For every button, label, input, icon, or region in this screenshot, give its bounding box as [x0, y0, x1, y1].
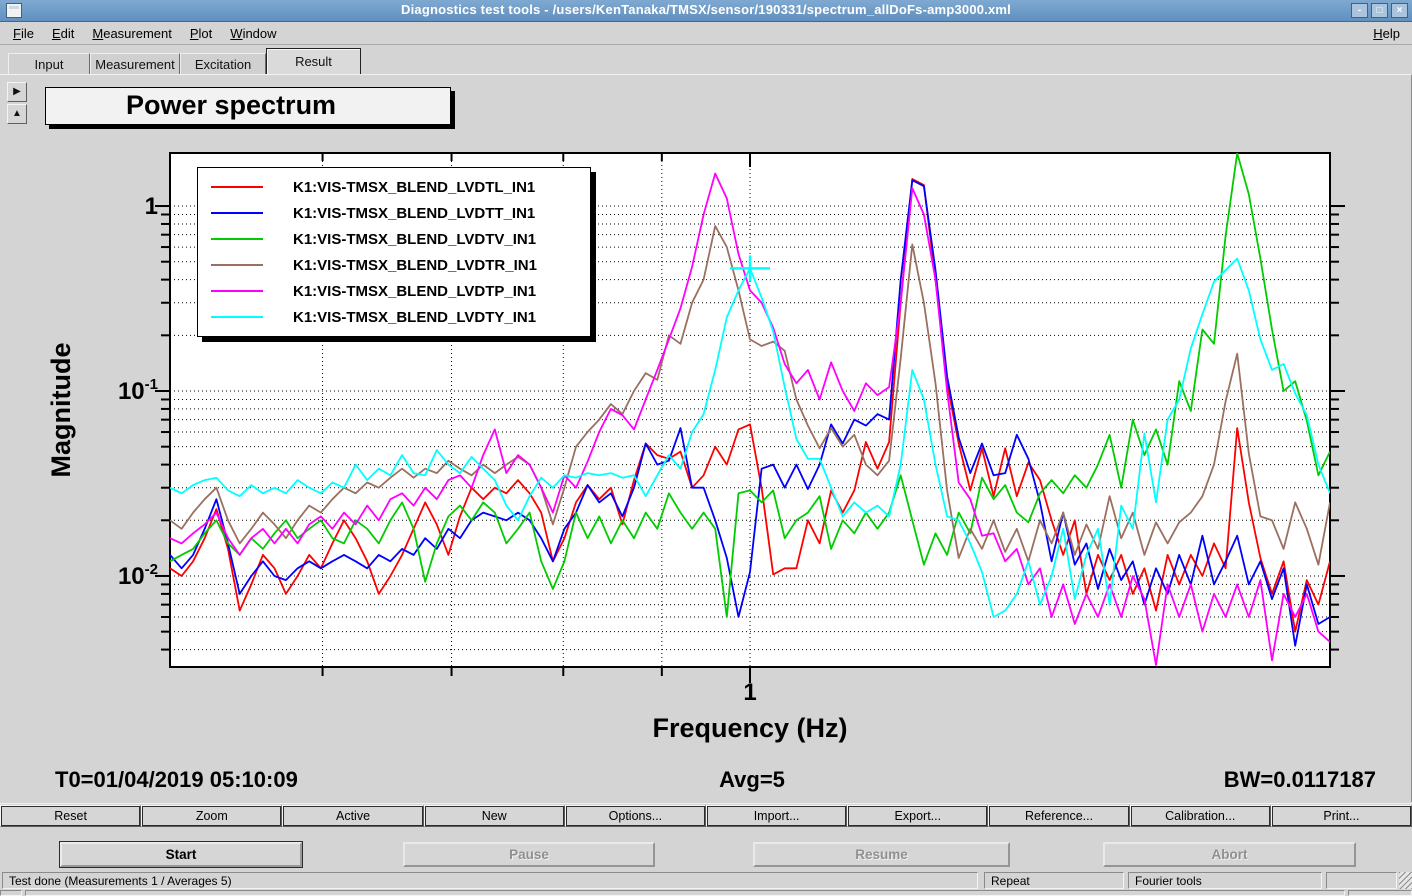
legend-label: K1:VIS-TMSX_BLEND_LVDTV_IN1 [293, 231, 536, 248]
export-button[interactable]: Export... [847, 805, 988, 827]
pause-button[interactable]: Pause [403, 842, 655, 867]
status-bar: Test done (Measurements 1 / Averages 5) … [0, 871, 1412, 890]
legend-label: K1:VIS-TMSX_BLEND_LVDTY_IN1 [293, 309, 536, 326]
pan-up-icon: ▲ [12, 108, 22, 119]
tab-input[interactable]: Input [8, 53, 90, 74]
pan-right-button[interactable]: ▶ [7, 82, 27, 102]
start-button[interactable]: Start [60, 842, 302, 867]
legend-line-sample [211, 212, 263, 214]
y-tick-label: 10-1 [118, 376, 158, 405]
resume-button[interactable]: Resume [753, 842, 1010, 867]
y-tick-label: 10-2 [118, 561, 158, 590]
window-title: Diagnostics test tools - /users/KenTanak… [0, 2, 1412, 17]
bottom-strip [0, 890, 1412, 896]
print-button[interactable]: Print... [1271, 805, 1412, 827]
x-tick-label: 1 [743, 679, 756, 706]
minimize-button[interactable]: - [1351, 3, 1368, 18]
zoom-button[interactable]: Zoom [141, 805, 282, 827]
legend-line-sample [211, 316, 263, 318]
menu-plot[interactable]: Plot [181, 23, 221, 44]
menu-help[interactable]: Help [1369, 26, 1404, 41]
y-tick-label: 1 [145, 193, 158, 220]
menu-window[interactable]: Window [221, 23, 285, 44]
result-pane: ▶ ▲ 1 10-1 10-2 1 Frequency (Hz) Magnitude Po… [0, 74, 1412, 802]
legend-entry: K1:VIS-TMSX_BLEND_LVDTY_IN1 [198, 304, 590, 330]
pan-up-button[interactable]: ▲ [7, 104, 27, 124]
plot-title: Power spectrum [46, 88, 450, 121]
abort-button[interactable]: Abort [1103, 842, 1356, 867]
avg-annotation: Avg=5 [622, 767, 882, 793]
import-button[interactable]: Import... [706, 805, 847, 827]
pan-right-icon: ▶ [13, 86, 21, 97]
diagnostics-test-tools-window: Diagnostics test tools - /users/KenTanak… [0, 0, 1412, 896]
menu-bar: FileEditMeasurementPlotWindow Help [0, 23, 1412, 45]
menu-items: FileEditMeasurementPlotWindow [4, 23, 286, 44]
calibration-button[interactable]: Calibration... [1130, 805, 1271, 827]
close-button[interactable]: × [1391, 3, 1408, 18]
active-button[interactable]: Active [282, 805, 423, 827]
tab-bar: InputMeasurementExcitationResult [0, 46, 1412, 74]
measurement-controls: Start Pause Resume Abort [0, 836, 1412, 870]
window-controls: -□× [1351, 3, 1408, 18]
tabs: InputMeasurementExcitationResult [8, 48, 361, 74]
y-axis-title: Magnitude [46, 343, 76, 478]
menu-edit[interactable]: Edit [43, 23, 83, 44]
reset-button[interactable]: Reset [0, 805, 141, 827]
menu-measurement[interactable]: Measurement [83, 23, 181, 44]
legend-label: K1:VIS-TMSX_BLEND_LVDTR_IN1 [293, 257, 537, 274]
legend-label: K1:VIS-TMSX_BLEND_LVDTT_IN1 [293, 205, 535, 222]
options-button[interactable]: Options... [565, 805, 706, 827]
legend-label: K1:VIS-TMSX_BLEND_LVDTP_IN1 [293, 283, 536, 300]
legend-entry: K1:VIS-TMSX_BLEND_LVDTV_IN1 [198, 226, 590, 252]
legend-entry: K1:VIS-TMSX_BLEND_LVDTP_IN1 [198, 278, 590, 304]
plot-toolbar: ResetZoomActiveNewOptions...Import...Exp… [0, 803, 1412, 829]
tab-excitation[interactable]: Excitation [180, 53, 266, 74]
legend-line-sample [211, 290, 263, 292]
tab-measurement[interactable]: Measurement [90, 53, 180, 74]
status-repeat: Repeat [984, 872, 1124, 889]
resize-grip[interactable] [1399, 872, 1412, 889]
legend-entry: K1:VIS-TMSX_BLEND_LVDTT_IN1 [198, 200, 590, 226]
legend-entry: K1:VIS-TMSX_BLEND_LVDTR_IN1 [198, 252, 590, 278]
plot-legend: K1:VIS-TMSX_BLEND_LVDTL_IN1 K1:VIS-TMSX_B… [197, 167, 591, 337]
legend-line-sample [211, 238, 263, 240]
status-blank [1326, 872, 1397, 889]
new-button[interactable]: New [424, 805, 565, 827]
tab-result-result[interactable]: Result [266, 48, 361, 74]
legend-entry: K1:VIS-TMSX_BLEND_LVDTL_IN1 [198, 174, 590, 200]
maximize-button[interactable]: □ [1371, 3, 1388, 18]
legend-line-sample [211, 186, 263, 188]
x-axis-title: Frequency (Hz) [652, 713, 847, 743]
status-message: Test done (Measurements 1 / Averages 5) [2, 872, 978, 889]
t0-annotation: T0=01/04/2019 05:10:09 [55, 767, 298, 793]
reference-button[interactable]: Reference... [988, 805, 1129, 827]
title-bar[interactable]: Diagnostics test tools - /users/KenTanak… [0, 0, 1412, 22]
legend-label: K1:VIS-TMSX_BLEND_LVDTL_IN1 [293, 179, 535, 196]
status-fourier-tools: Fourier tools [1128, 872, 1322, 889]
plot-title-box[interactable]: Power spectrum [45, 87, 451, 125]
menu-file[interactable]: File [4, 23, 43, 44]
bw-annotation: BW=0.0117187 [1224, 767, 1376, 793]
legend-line-sample [211, 264, 263, 266]
